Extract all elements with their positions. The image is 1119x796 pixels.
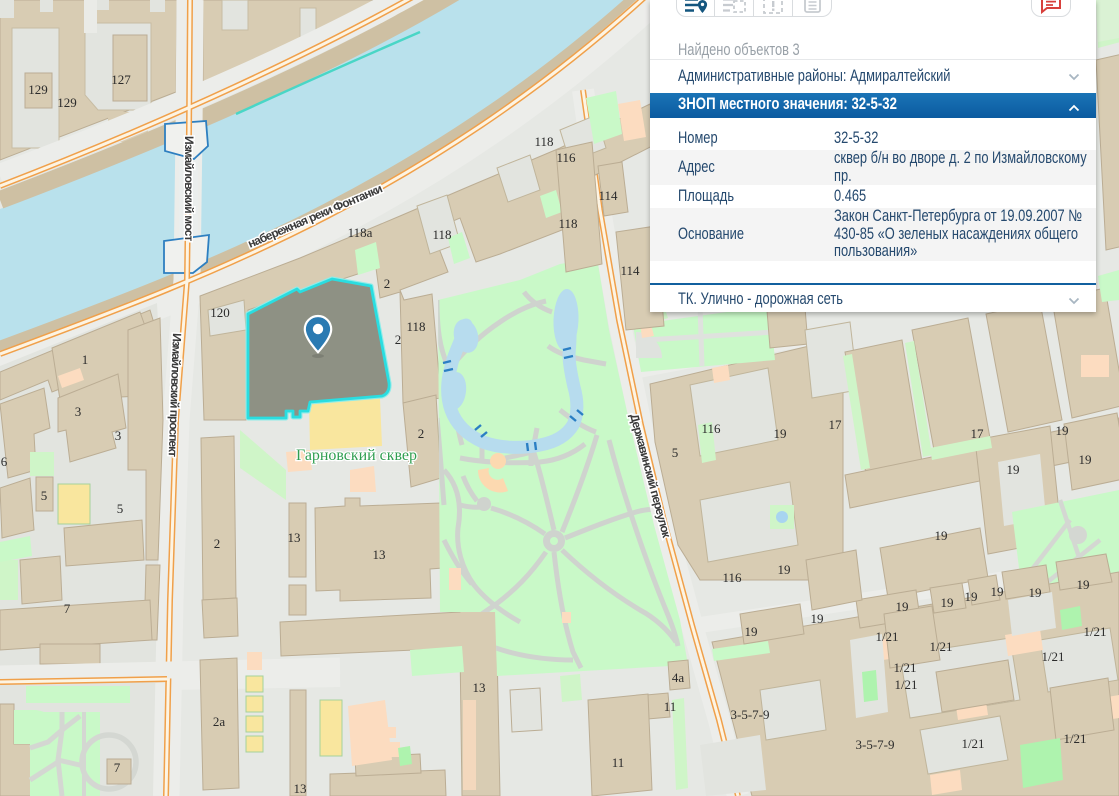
svg-text:2: 2 [214,536,221,551]
svg-text:5: 5 [117,501,124,516]
svg-text:17: 17 [829,417,843,432]
svg-text:118a: 118a [348,225,373,240]
svg-text:120: 120 [210,305,230,320]
svg-text:19: 19 [941,595,954,610]
svg-text:3: 3 [115,428,122,443]
svg-text:3-5-7-9: 3-5-7-9 [856,737,895,752]
svg-text:116: 116 [556,150,576,165]
svg-text:19: 19 [1007,462,1020,477]
svg-text:1/21: 1/21 [961,736,984,751]
svg-text:2: 2 [395,332,402,347]
svg-text:1/21: 1/21 [1083,624,1106,639]
svg-text:13: 13 [288,530,301,545]
svg-text:13: 13 [473,680,486,695]
svg-text:1/21: 1/21 [1041,649,1064,664]
svg-text:118: 118 [432,227,451,242]
svg-text:1/21: 1/21 [893,660,916,675]
svg-text:114: 114 [620,263,640,278]
svg-text:13: 13 [373,547,386,562]
svg-text:3: 3 [75,404,82,419]
svg-text:19: 19 [991,584,1004,599]
svg-text:7: 7 [114,760,121,775]
svg-text:6: 6 [1,454,8,469]
svg-text:116: 116 [722,570,742,585]
svg-text:1: 1 [82,352,89,367]
svg-text:1/21: 1/21 [875,629,898,644]
svg-text:118: 118 [534,134,553,149]
svg-text:Гарновский сквер: Гарновский сквер [296,447,417,464]
svg-text:19: 19 [965,589,978,604]
svg-text:2: 2 [418,426,425,441]
svg-text:2: 2 [384,276,391,291]
svg-text:129: 129 [28,82,48,97]
svg-text:19: 19 [1056,423,1069,438]
svg-text:11: 11 [612,755,625,770]
svg-text:129: 129 [57,95,77,110]
svg-text:13: 13 [294,781,307,796]
svg-text:2a: 2a [213,714,226,729]
svg-text:5: 5 [672,445,679,460]
svg-text:5: 5 [41,488,48,503]
svg-text:19: 19 [935,528,948,543]
svg-text:11: 11 [664,699,677,714]
svg-text:1/21: 1/21 [894,677,917,692]
svg-text:19: 19 [745,624,758,639]
svg-text:17: 17 [971,426,985,441]
svg-text:19: 19 [811,611,824,626]
svg-text:116: 116 [701,421,721,436]
svg-text:114: 114 [598,188,618,203]
svg-text:127: 127 [111,72,131,87]
svg-text:3-5-7-9: 3-5-7-9 [731,707,770,722]
svg-text:1/21: 1/21 [929,639,952,654]
svg-text:19: 19 [778,562,791,577]
svg-text:19: 19 [1079,452,1092,467]
svg-text:Измайловский мост: Измайловский мост [182,136,196,241]
svg-text:118: 118 [406,319,425,334]
svg-text:1/21: 1/21 [1063,731,1086,746]
svg-text:19: 19 [774,426,787,441]
svg-text:19: 19 [1077,577,1090,592]
svg-text:4a: 4a [672,670,685,685]
svg-text:7: 7 [64,601,71,616]
svg-text:19: 19 [896,599,909,614]
svg-text:19: 19 [1029,585,1042,600]
svg-text:118: 118 [558,216,577,231]
